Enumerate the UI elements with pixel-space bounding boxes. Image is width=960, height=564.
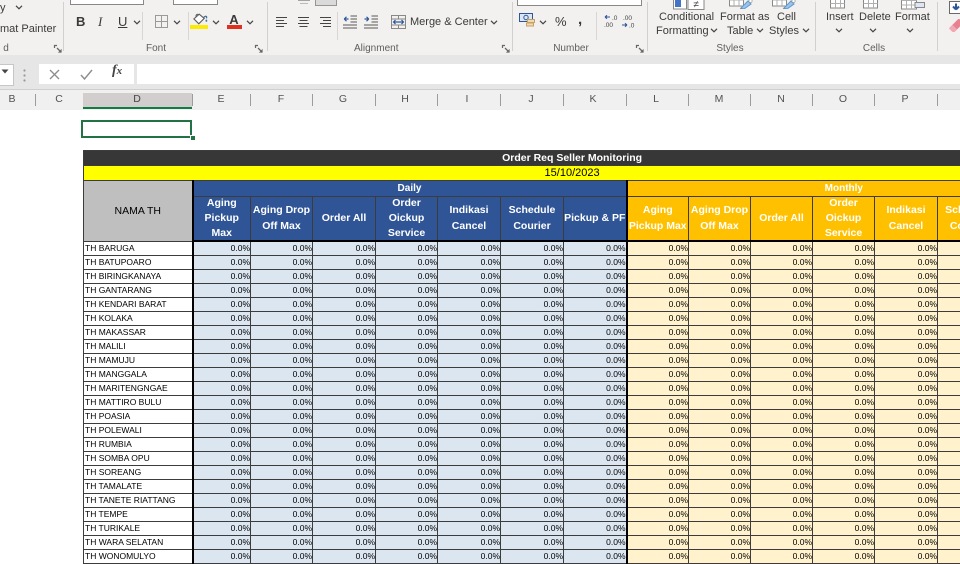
svg-text:≠: ≠ — [693, 0, 699, 10]
svg-text:A: A — [229, 13, 239, 25]
svg-text:.00: .00 — [604, 22, 613, 28]
svg-text:.0: .0 — [612, 15, 618, 22]
svg-text:.0: .0 — [629, 23, 635, 29]
svg-text:.00: .00 — [623, 15, 632, 22]
